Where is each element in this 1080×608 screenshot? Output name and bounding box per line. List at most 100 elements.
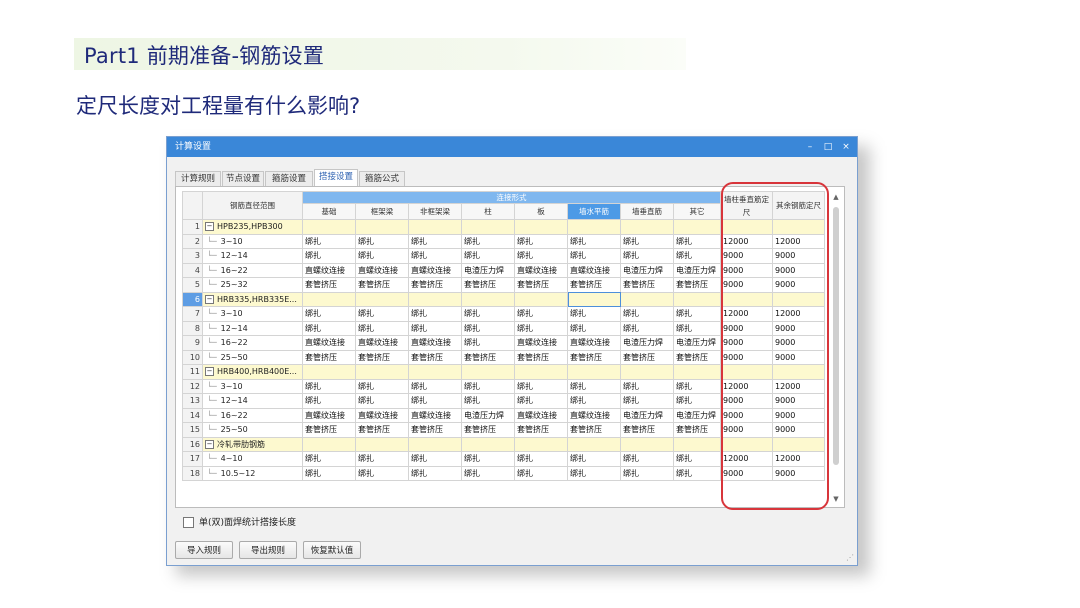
connection-cell[interactable]: 绑扎 (673, 465, 721, 481)
connection-cell[interactable]: 直螺纹连接 (355, 262, 409, 278)
row-number[interactable]: 7 (182, 306, 203, 322)
connection-cell[interactable] (355, 291, 409, 307)
row-number[interactable]: 6 (182, 291, 203, 307)
connection-cell[interactable]: 绑扎 (514, 306, 568, 322)
resize-grip-icon[interactable]: ⋰ (846, 553, 854, 562)
connection-cell[interactable]: 直螺纹连接 (302, 335, 356, 351)
connection-cell[interactable]: 绑扎 (408, 233, 462, 249)
connection-cell[interactable]: 绑扎 (461, 451, 515, 467)
connection-cell[interactable] (461, 364, 515, 380)
export-rules-button[interactable]: 导出规则 (239, 541, 297, 559)
connection-cell[interactable] (673, 364, 721, 380)
weld-length-checkbox[interactable] (183, 517, 194, 528)
connection-cell[interactable]: 绑扎 (302, 451, 356, 467)
connection-cell[interactable]: 绑扎 (302, 393, 356, 409)
connection-cell[interactable]: 电渣压力焊 (461, 262, 515, 278)
connection-cell[interactable] (514, 436, 568, 452)
connection-cell[interactable] (567, 364, 621, 380)
row-number[interactable]: 1 (182, 219, 203, 235)
connection-cell[interactable]: 绑扎 (355, 378, 409, 394)
connection-cell[interactable]: 绑扎 (567, 320, 621, 336)
connection-cell[interactable]: 绑扎 (355, 393, 409, 409)
connection-cell[interactable]: 绑扎 (673, 393, 721, 409)
collapse-icon[interactable]: − (205, 222, 214, 232)
connection-cell[interactable] (514, 291, 568, 307)
connection-cell[interactable]: 绑扎 (408, 378, 462, 394)
connection-cell[interactable]: 绑扎 (620, 320, 674, 336)
connection-cell[interactable]: 套管挤压 (514, 277, 568, 293)
diameter-range-cell[interactable]: − HRB400,HRB400E... (202, 364, 303, 380)
connection-cell[interactable]: 绑扎 (673, 233, 721, 249)
connection-cell[interactable]: 套管挤压 (355, 277, 409, 293)
connection-cell[interactable]: 绑扎 (461, 233, 515, 249)
tab-stirrup-formula[interactable]: 箍筋公式 (359, 171, 405, 186)
connection-cell[interactable]: 直螺纹连接 (514, 262, 568, 278)
connection-cell[interactable]: 套管挤压 (302, 277, 356, 293)
connection-cell[interactable]: 绑扎 (408, 248, 462, 264)
connection-cell[interactable]: 绑扎 (461, 320, 515, 336)
diameter-range-cell[interactable]: └─ 25~50 (202, 422, 303, 438)
connection-cell[interactable]: 绑扎 (355, 306, 409, 322)
connection-cell[interactable] (302, 219, 356, 235)
connection-cell[interactable]: 绑扎 (620, 393, 674, 409)
connection-cell[interactable]: 套管挤压 (355, 349, 409, 365)
connection-cell[interactable] (673, 436, 721, 452)
connection-cell[interactable]: 绑扎 (620, 306, 674, 322)
connection-cell[interactable]: 直螺纹连接 (355, 407, 409, 423)
connection-cell[interactable]: 绑扎 (620, 451, 674, 467)
collapse-icon[interactable]: − (205, 439, 214, 449)
connection-column-header[interactable]: 墙水平筋 (567, 203, 621, 220)
connection-cell[interactable]: 套管挤压 (567, 349, 621, 365)
connection-cell[interactable]: 套管挤压 (620, 349, 674, 365)
tab-node-settings[interactable]: 节点设置 (222, 171, 264, 186)
connection-cell[interactable] (302, 364, 356, 380)
connection-cell[interactable]: 绑扎 (302, 233, 356, 249)
connection-cell[interactable] (408, 291, 462, 307)
connection-cell[interactable] (302, 436, 356, 452)
row-number[interactable]: 8 (182, 320, 203, 336)
row-number[interactable]: 16 (182, 436, 203, 452)
diameter-range-cell[interactable]: └─ 3~10 (202, 306, 303, 322)
connection-column-header[interactable]: 板 (514, 203, 568, 220)
connection-cell[interactable]: 绑扎 (567, 393, 621, 409)
connection-cell[interactable] (620, 364, 674, 380)
connection-cell[interactable]: 直螺纹连接 (408, 407, 462, 423)
connection-cell[interactable]: 电渣压力焊 (620, 335, 674, 351)
row-number[interactable]: 3 (182, 248, 203, 264)
connection-cell[interactable] (408, 436, 462, 452)
connection-cell[interactable]: 套管挤压 (408, 349, 462, 365)
row-number[interactable]: 18 (182, 465, 203, 481)
row-number[interactable]: 4 (182, 262, 203, 278)
weld-length-option[interactable]: 单(双)面焊统计搭接长度 (183, 515, 296, 528)
connection-cell[interactable] (355, 436, 409, 452)
row-number[interactable]: 5 (182, 277, 203, 293)
connection-cell[interactable]: 套管挤压 (620, 422, 674, 438)
connection-cell[interactable] (461, 291, 515, 307)
connection-cell[interactable]: 直螺纹连接 (567, 262, 621, 278)
connection-cell[interactable]: 绑扎 (302, 378, 356, 394)
connection-column-header[interactable]: 其它 (673, 203, 721, 220)
connection-cell[interactable]: 绑扎 (461, 378, 515, 394)
connection-cell[interactable]: 绑扎 (302, 306, 356, 322)
tab-calc-rules[interactable]: 计算规则 (175, 171, 221, 186)
connection-cell[interactable]: 电渣压力焊 (620, 407, 674, 423)
diameter-range-cell[interactable]: └─ 3~10 (202, 233, 303, 249)
connection-cell[interactable]: 套管挤压 (302, 422, 356, 438)
connection-cell[interactable] (408, 364, 462, 380)
connection-cell[interactable]: 直螺纹连接 (302, 262, 356, 278)
connection-cell[interactable]: 电渣压力焊 (673, 335, 721, 351)
connection-cell[interactable]: 电渣压力焊 (673, 407, 721, 423)
connection-cell[interactable]: 套管挤压 (567, 277, 621, 293)
connection-column-header[interactable]: 柱 (461, 203, 515, 220)
diameter-range-cell[interactable]: └─ 16~22 (202, 407, 303, 423)
connection-cell[interactable]: 绑扎 (355, 451, 409, 467)
connection-cell[interactable]: 电渣压力焊 (673, 262, 721, 278)
connection-cell[interactable]: 套管挤压 (355, 422, 409, 438)
connection-column-header[interactable]: 框架梁 (355, 203, 409, 220)
connection-cell[interactable]: 套管挤压 (514, 422, 568, 438)
diameter-range-cell[interactable]: └─ 16~22 (202, 262, 303, 278)
connection-cell[interactable]: 绑扎 (673, 320, 721, 336)
maximize-icon[interactable]: □ (821, 137, 835, 157)
connection-column-header[interactable]: 基础 (302, 203, 356, 220)
connection-cell[interactable]: 绑扎 (567, 233, 621, 249)
